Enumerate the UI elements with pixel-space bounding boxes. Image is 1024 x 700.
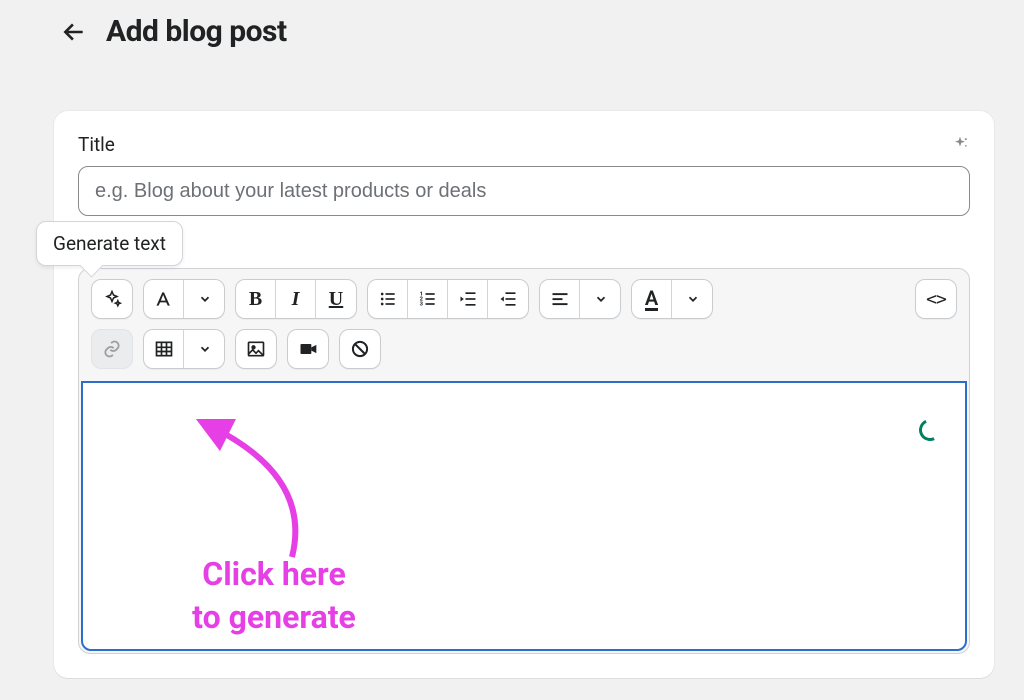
table-group (143, 329, 225, 369)
svg-text:3: 3 (419, 302, 423, 308)
text-color-dropdown[interactable] (672, 280, 712, 318)
text-color-icon: A (645, 288, 658, 311)
title-label: Title (78, 133, 115, 156)
clear-formatting-button[interactable] (339, 329, 381, 369)
outdent-button[interactable] (448, 280, 488, 318)
italic-button[interactable]: I (276, 280, 316, 318)
table-dropdown[interactable] (184, 330, 224, 368)
indent-button[interactable] (488, 280, 528, 318)
toolbar-row-2 (79, 319, 969, 381)
list-indent-group: 123 (367, 279, 529, 319)
view-source-button[interactable]: <> (915, 279, 957, 319)
paragraph-style-group (143, 279, 225, 319)
title-input[interactable] (78, 166, 970, 216)
text-format-group: B I U (235, 279, 357, 319)
generate-text-tooltip: Generate text (36, 221, 183, 266)
content-textarea[interactable] (81, 381, 967, 651)
page-title: Add blog post (106, 14, 287, 49)
italic-icon: I (292, 288, 300, 311)
bold-button[interactable]: B (236, 280, 276, 318)
video-button[interactable] (287, 329, 329, 369)
paragraph-style-dropdown[interactable] (184, 280, 224, 318)
paragraph-style-button[interactable] (144, 280, 184, 318)
text-color-button[interactable]: A (632, 280, 672, 318)
underline-button[interactable]: U (316, 280, 356, 318)
table-button[interactable] (144, 330, 184, 368)
bold-icon: B (249, 288, 262, 311)
link-button (91, 329, 133, 369)
align-button[interactable] (540, 280, 580, 318)
rich-text-editor: B I U 123 (78, 268, 970, 654)
back-button[interactable] (58, 16, 90, 48)
text-color-group: A (631, 279, 713, 319)
numbered-list-button[interactable]: 123 (408, 280, 448, 318)
editor-card: Generate text Title (54, 111, 994, 678)
toolbar-row-1: B I U 123 (79, 269, 969, 319)
underline-icon: U (329, 288, 343, 311)
ai-sparkle-icon[interactable] (950, 135, 970, 155)
generate-text-button[interactable] (91, 279, 133, 319)
alignment-group (539, 279, 621, 319)
align-dropdown[interactable] (580, 280, 620, 318)
image-button[interactable] (235, 329, 277, 369)
bullet-list-button[interactable] (368, 280, 408, 318)
loading-spinner-icon (916, 416, 944, 444)
